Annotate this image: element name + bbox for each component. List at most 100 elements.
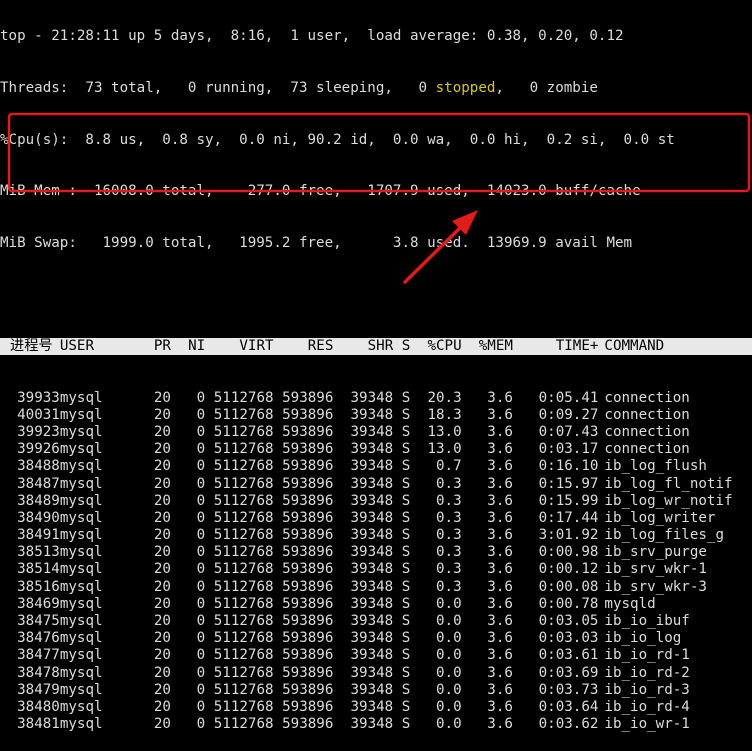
table-row[interactable]: 38475mysql 20 0 5112768 593896 39348 S 0.0 3.6 0:… bbox=[0, 613, 752, 630]
table-row[interactable]: 38487mysql 20 0 5112768 593896 39348 S 0.3 3.6 0:… bbox=[0, 476, 752, 493]
cell-user: mysql bbox=[59, 561, 103, 578]
cell-pid: 38487 bbox=[17, 475, 60, 492]
cell-shr: 39348 bbox=[350, 681, 394, 698]
cell-ni: 0 bbox=[196, 527, 206, 544]
cell-user: mysql bbox=[59, 458, 103, 475]
cell-mem: 3.6 bbox=[487, 475, 513, 492]
table-header: 进程号 USER PR NI VIRT RES SHR S %CPU %MEM TIME+ COMMA… bbox=[0, 337, 752, 356]
cell-mem: 3.6 bbox=[487, 698, 513, 715]
column-header-shr: SHR bbox=[367, 337, 394, 354]
cell-time: 0:03.03 bbox=[538, 630, 599, 647]
cell-shr: 39348 bbox=[350, 544, 394, 561]
cell-mem: 3.6 bbox=[487, 664, 513, 681]
cell-shr: 39348 bbox=[350, 578, 394, 595]
cell-command: ib_srv_wkr-1 bbox=[604, 561, 707, 578]
table-row[interactable]: 39926mysql 20 0 5112768 593896 39348 S 13.0 3.6 0… bbox=[0, 441, 752, 458]
cell-shr: 39348 bbox=[350, 475, 394, 492]
cell-user: mysql bbox=[59, 389, 103, 406]
column-header-pid: 进程号 bbox=[10, 337, 53, 354]
cell-ni: 0 bbox=[196, 664, 206, 681]
cell-state: S bbox=[401, 509, 411, 526]
cell-user: mysql bbox=[59, 509, 103, 526]
cell-cpu: 0.0 bbox=[436, 647, 462, 664]
cell-ni: 0 bbox=[196, 595, 206, 612]
cell-cpu: 0.3 bbox=[436, 544, 462, 561]
threads-stopped: stopped bbox=[435, 80, 496, 96]
cell-state: S bbox=[401, 475, 411, 492]
table-row[interactable]: 38476mysql 20 0 5112768 593896 39348 S 0.0 3.6 0:… bbox=[0, 630, 752, 647]
cell-virt: 5112768 bbox=[213, 647, 274, 664]
cell-pr: 20 bbox=[153, 716, 171, 733]
cell-pr: 20 bbox=[153, 527, 171, 544]
threads-suffix: , 0 zombie bbox=[495, 80, 598, 96]
cell-cpu: 0.0 bbox=[436, 698, 462, 715]
cell-pr: 20 bbox=[153, 578, 171, 595]
cell-res: 593896 bbox=[282, 441, 334, 458]
cell-ni: 0 bbox=[196, 647, 206, 664]
cell-res: 593896 bbox=[282, 544, 334, 561]
cell-ni: 0 bbox=[196, 561, 206, 578]
table-row[interactable]: 38477mysql 20 0 5112768 593896 39348 S 0.0 3.6 0:… bbox=[0, 647, 752, 664]
cell-shr: 39348 bbox=[350, 458, 394, 475]
cell-res: 593896 bbox=[282, 561, 334, 578]
cell-shr: 39348 bbox=[350, 389, 394, 406]
cell-res: 593896 bbox=[282, 492, 334, 509]
table-row[interactable]: 38480mysql 20 0 5112768 593896 39348 S 0.0 3.6 0:… bbox=[0, 699, 752, 716]
cell-shr: 39348 bbox=[350, 406, 394, 423]
cell-command: ib_io_log bbox=[604, 630, 682, 647]
column-header-cpu: %CPU bbox=[427, 337, 462, 354]
cell-command: ib_io_wr-1 bbox=[604, 716, 690, 733]
cell-cpu: 0.3 bbox=[436, 492, 462, 509]
cell-pid: 38490 bbox=[17, 509, 60, 526]
table-row[interactable]: 38469mysql 20 0 5112768 593896 39348 S 0.0 3.6 0:… bbox=[0, 596, 752, 613]
cell-command: ib_log_fl_notif bbox=[604, 475, 733, 492]
cell-pr: 20 bbox=[153, 647, 171, 664]
cell-command: connection bbox=[604, 441, 690, 458]
cell-time: 0:03.62 bbox=[538, 716, 599, 733]
cell-shr: 39348 bbox=[350, 664, 394, 681]
cell-command: connection bbox=[604, 423, 690, 440]
column-header-user: USER bbox=[59, 337, 95, 354]
table-row[interactable]: 38479mysql 20 0 5112768 593896 39348 S 0.0 3.6 0:… bbox=[0, 682, 752, 699]
cell-state: S bbox=[401, 698, 411, 715]
table-row[interactable]: 38481mysql 20 0 5112768 593896 39348 S 0.0 3.6 0:… bbox=[0, 716, 752, 733]
cell-cpu: 0.3 bbox=[436, 578, 462, 595]
cell-command: ib_log_files_g bbox=[604, 527, 725, 544]
table-row[interactable]: 40031mysql 20 0 5112768 593896 39348 S 18.3 3.6 0… bbox=[0, 407, 752, 424]
cell-res: 593896 bbox=[282, 613, 334, 629]
cell-state: S bbox=[401, 458, 411, 475]
table-row[interactable]: 38489mysql 20 0 5112768 593896 39348 S 0.3 3.6 0:… bbox=[0, 493, 752, 510]
cell-mem: 3.6 bbox=[487, 458, 513, 475]
table-row[interactable]: 38513mysql 20 0 5112768 593896 39348 S 0.3 3.6 0:… bbox=[0, 544, 752, 561]
cell-virt: 5112768 bbox=[213, 441, 274, 458]
cell-state: S bbox=[401, 595, 411, 612]
cell-pr: 20 bbox=[153, 492, 171, 509]
table-row[interactable]: 39933mysql 20 0 5112768 593896 39348 S 20.3 3.6 0… bbox=[0, 390, 752, 407]
table-row[interactable]: 38516mysql 20 0 5112768 593896 39348 S 0.3 3.6 0:… bbox=[0, 579, 752, 596]
cell-pid: 39923 bbox=[17, 423, 60, 440]
cell-cpu: 0.3 bbox=[436, 561, 462, 578]
cell-res: 593896 bbox=[282, 509, 334, 526]
cell-mem: 3.6 bbox=[487, 716, 513, 733]
cell-pr: 20 bbox=[153, 681, 171, 698]
cell-pid: 38481 bbox=[17, 716, 60, 733]
cell-virt: 5112768 bbox=[213, 527, 274, 544]
cell-time: 0:15.97 bbox=[538, 475, 599, 492]
table-row[interactable]: 38490mysql 20 0 5112768 593896 39348 S 0.3 3.6 0:… bbox=[0, 510, 752, 527]
cell-cpu: 0.3 bbox=[436, 475, 462, 492]
cell-time: 0:05.41 bbox=[538, 389, 599, 406]
cell-cpu: 0.3 bbox=[436, 509, 462, 526]
cell-res: 593896 bbox=[282, 664, 334, 681]
cell-state: S bbox=[401, 664, 411, 681]
table-row[interactable]: 38491mysql 20 0 5112768 593896 39348 S 0.3 3.6 3:… bbox=[0, 527, 752, 544]
table-row[interactable]: 38514mysql 20 0 5112768 593896 39348 S 0.3 3.6 0:… bbox=[0, 561, 752, 578]
cell-ni: 0 bbox=[196, 544, 206, 561]
cell-ni: 0 bbox=[196, 613, 206, 629]
cell-virt: 5112768 bbox=[213, 544, 274, 561]
table-row[interactable]: 39923mysql 20 0 5112768 593896 39348 S 13.0 3.6 0… bbox=[0, 424, 752, 441]
table-row[interactable]: 38488mysql 20 0 5112768 593896 39348 S 0.7 3.6 0:… bbox=[0, 458, 752, 475]
table-row[interactable]: 38478mysql 20 0 5112768 593896 39348 S 0.0 3.6 0:… bbox=[0, 665, 752, 682]
cell-shr: 39348 bbox=[350, 561, 394, 578]
cell-time: 0:00.98 bbox=[538, 544, 599, 561]
cell-mem: 3.6 bbox=[487, 647, 513, 664]
